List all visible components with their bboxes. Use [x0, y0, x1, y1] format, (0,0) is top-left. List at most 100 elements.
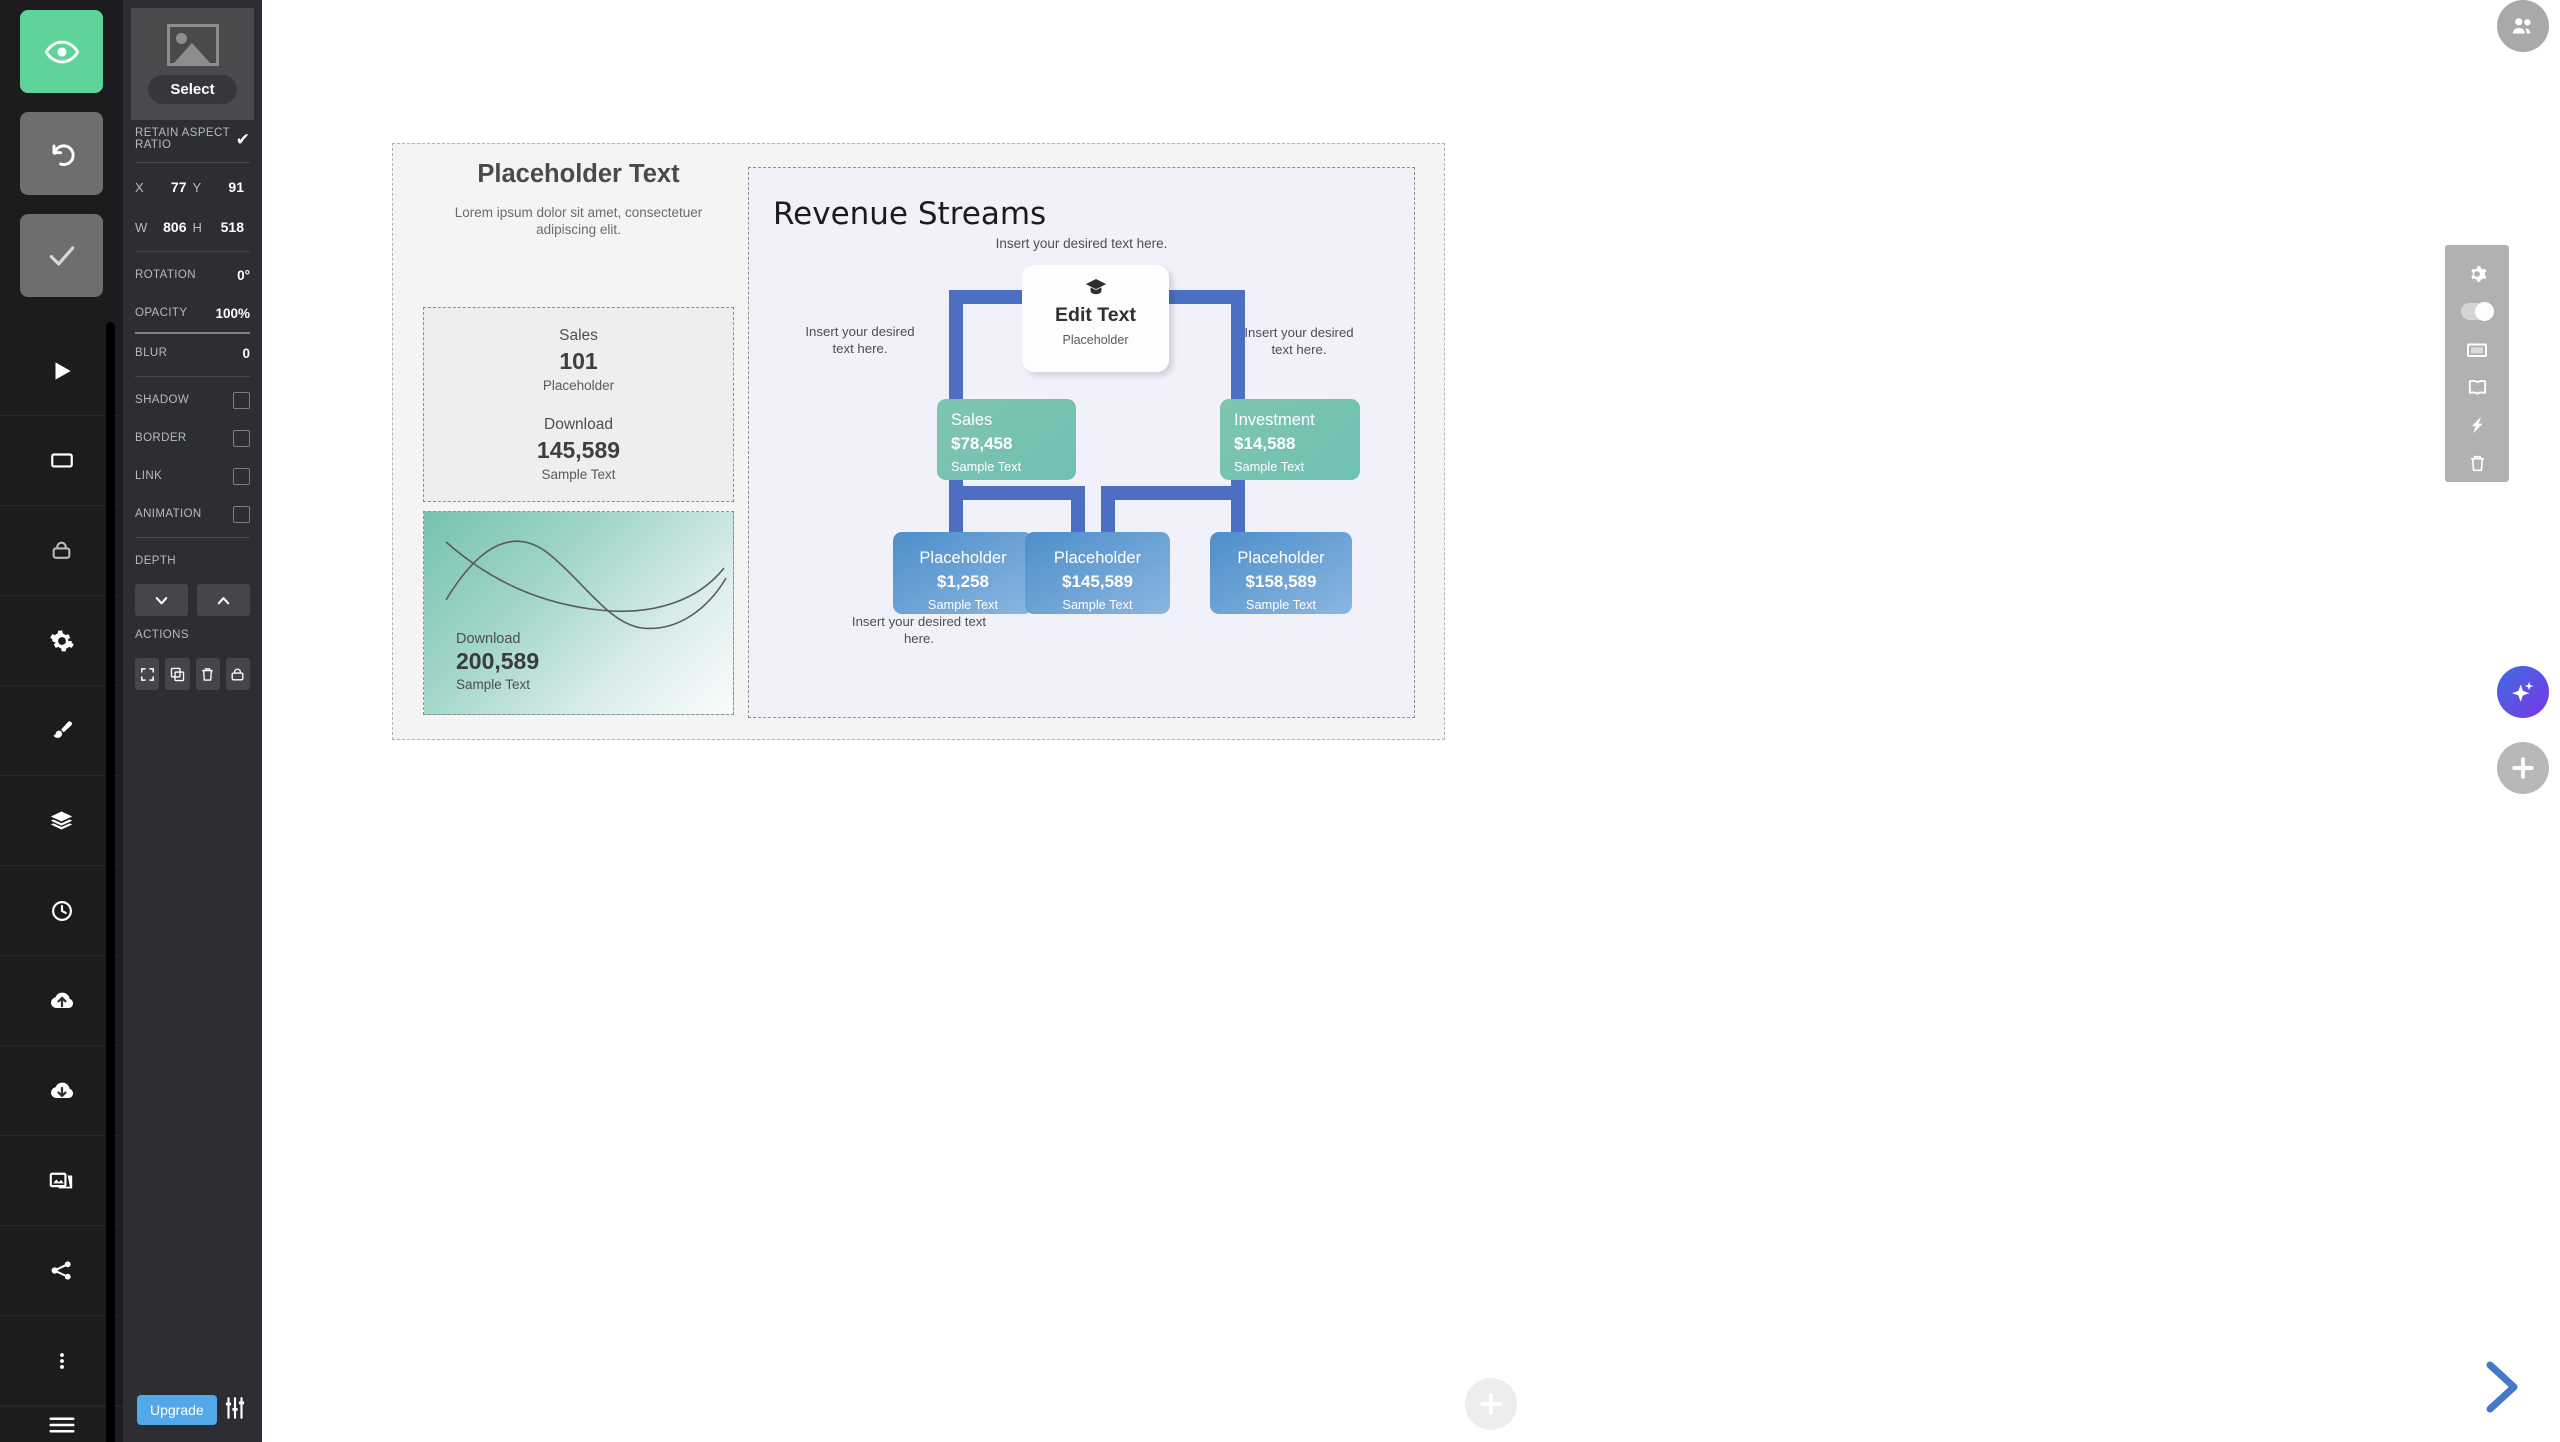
- blur-row[interactable]: BLUR 0: [123, 334, 262, 372]
- diagram-book-button[interactable]: [2466, 368, 2489, 406]
- slide-left-text-block[interactable]: Placeholder Text Lorem ipsum dolor sit a…: [423, 160, 734, 239]
- sparkle-icon: [2512, 681, 2534, 702]
- sidebar-item-play[interactable]: [0, 326, 123, 416]
- send-backward-button[interactable]: [135, 584, 188, 616]
- add-element-button[interactable]: [2497, 742, 2549, 794]
- y-value: 91: [228, 179, 244, 195]
- rail-top-group: [0, 0, 123, 316]
- rail-scroll-area[interactable]: [0, 316, 123, 1442]
- node-subtitle: Sample Text: [927, 596, 999, 612]
- cloud-download-icon: [50, 1082, 73, 1098]
- eye-icon: [44, 40, 79, 63]
- duplicate-button[interactable]: [165, 658, 190, 690]
- frame-icon: [2467, 343, 2487, 357]
- border-row[interactable]: BORDER: [123, 419, 262, 457]
- confirm-button[interactable]: [20, 214, 103, 297]
- upgrade-button[interactable]: Upgrade: [137, 1395, 217, 1425]
- chart-label: Download: [456, 631, 521, 647]
- node-investment[interactable]: Investment $14,588 Sample Text: [1220, 399, 1360, 480]
- select-button[interactable]: Select: [148, 75, 237, 104]
- h-field[interactable]: H 518: [193, 219, 251, 235]
- sidebar-item-gallery[interactable]: [0, 1136, 123, 1226]
- diagram-floating-toolbar: [2445, 245, 2509, 482]
- sidebar-item-brush[interactable]: [0, 686, 123, 776]
- diagram-lightning-button[interactable]: [2466, 406, 2488, 444]
- sidebar-item-history[interactable]: [0, 866, 123, 956]
- node-placeholder-2[interactable]: Placeholder $145,589 Sample Text: [1025, 532, 1170, 614]
- diagram-settings-button[interactable]: [2466, 255, 2488, 293]
- diagram-caption-right: Insert your desired text here.: [1244, 325, 1354, 358]
- sidebar-item-settings[interactable]: [0, 596, 123, 686]
- duplicate-icon: [170, 667, 185, 681]
- image-thumbnail-area[interactable]: Select: [131, 8, 254, 120]
- gear-icon: [2471, 266, 2487, 282]
- sidebar-item-lock[interactable]: [0, 506, 123, 596]
- slide-frame[interactable]: Placeholder Text Lorem ipsum dolor sit a…: [392, 143, 1445, 740]
- rail-scrollbar[interactable]: [106, 322, 115, 1442]
- delete-button[interactable]: [195, 658, 220, 690]
- shadow-checkbox[interactable]: [233, 391, 250, 409]
- monitor-icon: [50, 452, 73, 467]
- diagram-hub-card[interactable]: Edit Text Placeholder: [1022, 265, 1169, 372]
- link-row[interactable]: LINK: [123, 457, 262, 495]
- rotation-label: ROTATION: [135, 269, 196, 281]
- rotation-row[interactable]: ROTATION 0°: [123, 256, 262, 294]
- trash-icon: [202, 667, 213, 681]
- node-subtitle: Sample Text: [1245, 596, 1317, 612]
- w-field[interactable]: W 806: [135, 219, 193, 235]
- undo-icon: [52, 143, 75, 166]
- diagram-frame-button[interactable]: [2465, 331, 2489, 369]
- diagram-delete-button[interactable]: [2467, 444, 2488, 482]
- sliders-icon: [225, 1396, 245, 1419]
- chart-value: 200,589: [456, 648, 540, 674]
- sliders-button[interactable]: [222, 1395, 248, 1426]
- shadow-row[interactable]: SHADOW: [123, 381, 262, 419]
- blur-value: 0: [242, 345, 250, 361]
- sidebar-item-download[interactable]: [0, 1046, 123, 1136]
- lock-icon: [231, 668, 244, 680]
- x-field[interactable]: X 77: [135, 179, 193, 195]
- fit-button[interactable]: [135, 658, 160, 690]
- y-field[interactable]: Y 91: [193, 179, 251, 195]
- w-label: W: [135, 220, 148, 235]
- node-title: Placeholder: [1237, 549, 1325, 567]
- collaborators-button[interactable]: [2497, 0, 2549, 52]
- ai-assist-button[interactable]: [2497, 666, 2549, 718]
- retain-aspect-ratio-label: RETAIN ASPECT RATIO: [135, 127, 230, 151]
- retain-aspect-ratio-check[interactable]: ✔: [236, 131, 250, 148]
- diagram-toggle-button[interactable]: [2460, 293, 2494, 331]
- properties-content: Select RETAIN ASPECT RATIO ✔ X 77 Y 91 W…: [123, 0, 262, 1378]
- retain-aspect-ratio-row[interactable]: RETAIN ASPECT RATIO ✔: [123, 120, 262, 158]
- node-subtitle: Sample Text: [951, 458, 1022, 474]
- bring-forward-button[interactable]: [197, 584, 250, 616]
- undo-button[interactable]: [20, 112, 103, 195]
- sidebar-item-upload[interactable]: [0, 956, 123, 1046]
- sidebar-item-share[interactable]: [0, 1226, 123, 1316]
- animation-checkbox[interactable]: [233, 505, 250, 523]
- border-checkbox[interactable]: [233, 429, 250, 447]
- opacity-row[interactable]: OPACITY 100%: [123, 294, 262, 332]
- sidebar-item-more[interactable]: [0, 1316, 123, 1406]
- sidebar-item-present[interactable]: [0, 416, 123, 506]
- lock-button[interactable]: [225, 658, 250, 690]
- add-slide-button[interactable]: [1465, 1378, 1517, 1430]
- sidebar-item-layers[interactable]: [0, 776, 123, 866]
- canvas-area[interactable]: Placeholder Text Lorem ipsum dolor sit a…: [262, 0, 2560, 1442]
- chevron-up-icon: [217, 596, 230, 604]
- kpi-card[interactable]: Sales 101 Placeholder Download 145,589 S…: [423, 307, 734, 502]
- people-icon: [2512, 18, 2531, 34]
- node-placeholder-1[interactable]: Placeholder $1,258 Sample Text: [893, 532, 1033, 614]
- node-sales[interactable]: Sales $78,458 Sample Text: [937, 399, 1076, 480]
- fit-icon: [140, 667, 154, 681]
- x-value: 77: [170, 179, 187, 195]
- left-icon-rail: [0, 0, 123, 1442]
- chart-card[interactable]: Download 200,589 Sample Text: [423, 511, 734, 715]
- divider: [135, 537, 250, 538]
- next-slide-button[interactable]: [2475, 1352, 2529, 1427]
- animation-row[interactable]: ANIMATION: [123, 495, 262, 533]
- preview-eye-button[interactable]: [20, 10, 103, 93]
- link-checkbox[interactable]: [233, 467, 250, 485]
- sidebar-item-menu[interactable]: [0, 1406, 123, 1442]
- diagram-frame[interactable]: Revenue Streams Insert your desired text…: [748, 167, 1415, 718]
- node-placeholder-3[interactable]: Placeholder $158,589 Sample Text: [1210, 532, 1352, 614]
